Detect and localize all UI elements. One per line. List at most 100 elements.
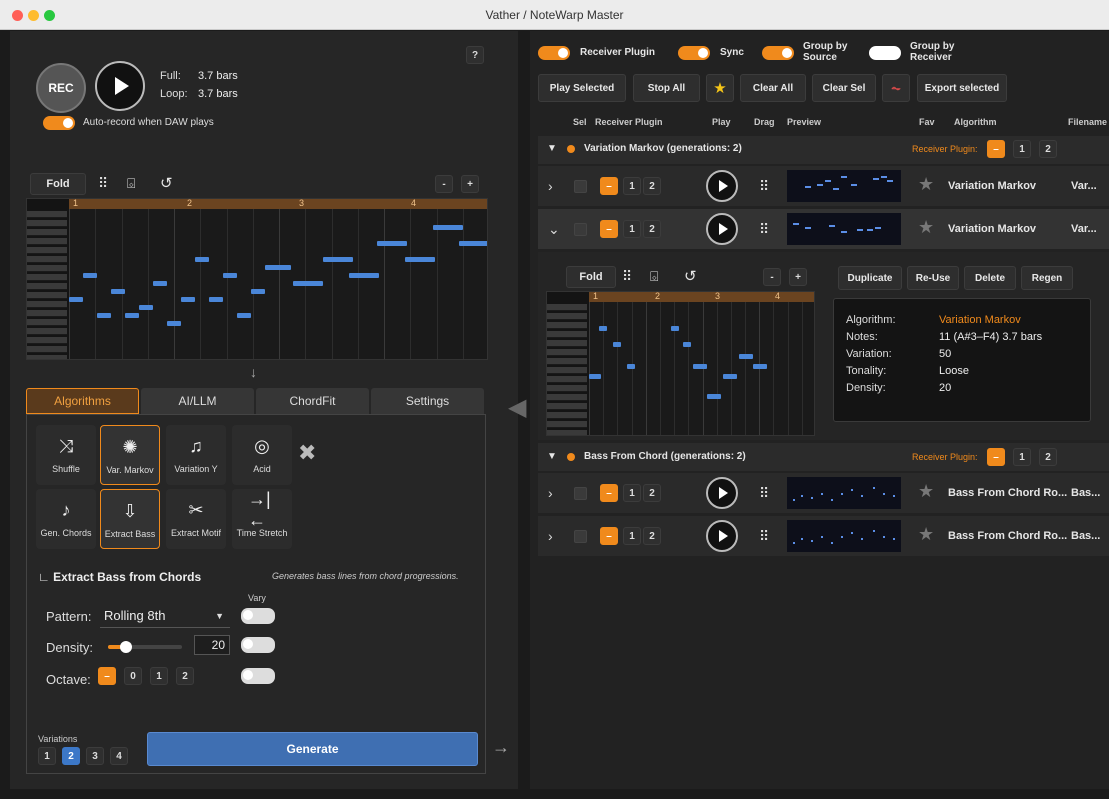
chevron-right-icon[interactable]: › [548,528,553,544]
favorite-star-icon[interactable]: ★ [918,524,934,545]
piano-key[interactable] [547,376,587,383]
midi-note[interactable] [723,374,737,379]
col-play[interactable]: Play [712,117,731,127]
midi-note[interactable] [139,305,153,310]
piano-key[interactable] [547,430,587,435]
piano-key[interactable] [547,313,587,320]
row-drag-handle-icon[interactable]: ⠿ [759,222,769,236]
row-receiver-2[interactable]: 2 [643,177,661,195]
algorithm-shuffle[interactable]: ⤨ Shuffle [36,425,96,485]
drag-handle-icon[interactable]: ⠿ [98,176,108,190]
row-receiver-1[interactable]: 1 [623,177,641,195]
variations-option-3[interactable]: 3 [86,747,104,765]
row-preview[interactable] [787,213,901,245]
col-receiver-plugin[interactable]: Receiver Plugin [595,117,663,127]
collapse-panel-arrow-icon[interactable]: ◀ [508,393,526,422]
piano-key[interactable] [547,394,587,401]
row-receiver-none[interactable]: – [600,177,618,195]
stop-all-button[interactable]: Stop All [633,74,700,102]
algorithm-variation-y[interactable]: ♫ Variation Y [166,425,226,485]
tab-algorithms[interactable]: Algorithms [26,388,139,414]
variations-option-4[interactable]: 4 [110,747,128,765]
piano-key[interactable] [27,319,67,326]
piano-key[interactable] [27,346,67,353]
midi-note[interactable] [377,241,407,246]
density-slider-thumb[interactable] [120,641,132,653]
midi-note[interactable] [693,364,707,369]
algorithm-extract-bass[interactable]: ⇩ Extract Bass [100,489,160,549]
midi-note[interactable] [293,281,323,286]
duplicate-button[interactable]: Duplicate [838,266,902,290]
piano-key[interactable] [27,229,67,236]
row-receiver-2[interactable]: 2 [643,220,661,238]
group-receiver-option-none[interactable]: – [987,448,1005,466]
zoom-out-button[interactable]: - [435,175,453,193]
row-receiver-1[interactable]: 1 [623,527,641,545]
row-preview[interactable] [787,477,901,509]
midi-note[interactable] [683,342,691,347]
piano-key[interactable] [27,274,67,281]
octave-option-minus[interactable]: – [98,667,116,685]
delete-button[interactable]: Delete [964,266,1016,290]
midi-note[interactable] [349,273,379,278]
piano-key[interactable] [547,349,587,356]
row-receiver-2[interactable]: 2 [643,527,661,545]
row-select-checkbox[interactable] [574,530,587,543]
group-receiver-option-2[interactable]: 2 [1039,448,1057,466]
piano-roll[interactable]: 1 2 3 4 [26,198,488,360]
row-receiver-2[interactable]: 2 [643,484,661,502]
midi-note[interactable] [223,273,237,278]
chevron-right-icon[interactable]: › [548,178,553,194]
midi-note[interactable] [589,374,595,379]
detail-zoom-in-button[interactable]: + [789,268,807,286]
piano-key[interactable] [547,304,587,311]
midi-note[interactable] [627,364,635,369]
favorite-star-icon[interactable]: ★ [918,174,934,195]
midi-note[interactable] [167,321,181,326]
col-fav[interactable]: Fav [919,117,935,127]
variations-option-2[interactable]: 2 [62,747,80,765]
regen-button[interactable]: Regen [1021,266,1073,290]
piano-key[interactable] [27,247,67,254]
row-receiver-none[interactable]: – [600,484,618,502]
midi-note[interactable] [753,364,767,369]
midi-activity-button[interactable]: ⏦ [882,74,910,102]
tab-chordfit[interactable]: ChordFit [256,388,369,414]
folder-icon[interactable]: ⌺ [127,175,135,192]
group-receiver-option-2[interactable]: 2 [1039,140,1057,158]
row-preview[interactable] [787,520,901,552]
piano-key[interactable] [27,292,67,299]
algorithm-var-markov[interactable]: ✺ Var. Markov [100,425,160,485]
midi-note[interactable] [125,313,139,318]
midi-note[interactable] [707,394,721,399]
close-algorithm-icon[interactable]: ✖ [298,440,316,466]
octave-option-0[interactable]: 0 [124,667,142,685]
midi-note[interactable] [405,257,435,262]
variations-option-1[interactable]: 1 [38,747,56,765]
piano-key[interactable] [27,337,67,344]
midi-note[interactable] [671,326,679,331]
row-receiver-none[interactable]: – [600,527,618,545]
col-filename[interactable]: Filename [1068,117,1107,127]
piano-key[interactable] [27,211,67,218]
algorithm-gen-chords[interactable]: ♪ Gen. Chords [36,489,96,549]
piano-key[interactable] [27,220,67,227]
piano-key[interactable] [547,403,587,410]
detail-zoom-out-button[interactable]: - [763,268,781,286]
chevron-right-icon[interactable]: › [548,485,553,501]
density-value-field[interactable]: 20 [194,635,230,655]
sync-toggle[interactable] [678,46,710,60]
algorithm-extract-motif[interactable]: ✂ Extract Motif [166,489,226,549]
midi-note[interactable] [433,225,463,230]
group-receiver-option-1[interactable]: 1 [1013,140,1031,158]
row-play-button[interactable] [706,170,738,202]
octave-option-1[interactable]: 1 [150,667,168,685]
piano-key[interactable] [27,265,67,272]
midi-note[interactable] [323,257,353,262]
piano-key[interactable] [27,328,67,335]
zoom-in-button[interactable]: + [461,175,479,193]
midi-note[interactable] [153,281,167,286]
fold-button[interactable]: Fold [30,173,86,195]
row-play-button[interactable] [706,213,738,245]
group-collapse-icon[interactable]: ▼ [547,451,557,462]
